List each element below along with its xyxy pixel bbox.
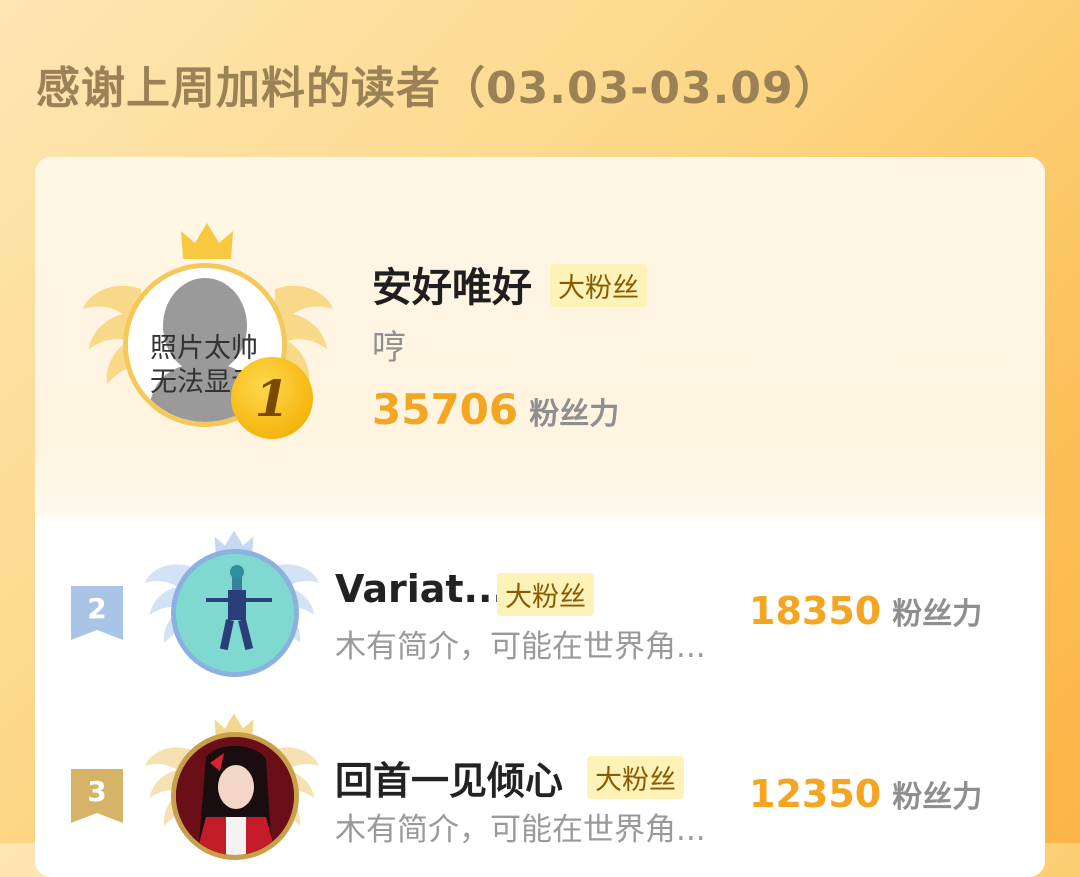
reader-avatar[interactable] [171, 732, 299, 860]
reader-avatar[interactable] [171, 549, 299, 677]
avatar-character-image [176, 737, 294, 855]
reader-name[interactable]: 回首一见倾心 [335, 750, 563, 805]
reader-ranking-card: 照片太帅 无法显示 1 安好唯好 大粉丝 哼 35706 粉丝力 2 Varia… [35, 157, 1045, 877]
score-unit: 粉丝力 [892, 597, 983, 632]
fan-level-tag: 大粉丝 [587, 756, 684, 799]
top-reader-section[interactable]: 照片太帅 无法显示 1 安好唯好 大粉丝 哼 35706 粉丝力 [35, 157, 1045, 517]
reader-row-2[interactable]: 2 Variat... 大粉丝 木有简介，可能在世界角... 18350 粉丝力 [35, 529, 1045, 709]
crown-icon [181, 223, 233, 259]
score-unit: 粉丝力 [892, 780, 983, 815]
reader-intro: 木有简介，可能在世界角... [335, 812, 706, 848]
top-reader-avatar-frame[interactable]: 照片太帅 无法显示 1 [83, 217, 333, 457]
top-reader-intro: 哼 [372, 328, 406, 368]
fan-level-tag: 大粉丝 [550, 264, 647, 307]
reader-intro: 木有简介，可能在世界角... [335, 629, 706, 665]
top-reader-score: 35706 粉丝力 [372, 385, 619, 434]
top-reader-name[interactable]: 安好唯好 [372, 255, 532, 313]
rank-number-text: 2 [87, 592, 107, 625]
reader-name[interactable]: Variat... [335, 567, 507, 611]
rank-one-badge: 1 [231, 357, 313, 439]
reader-score: 18350 粉丝力 [749, 589, 982, 633]
score-unit: 粉丝力 [529, 397, 620, 432]
rank-number-text: 3 [87, 775, 107, 808]
rank-number: 2 [71, 586, 123, 640]
page-title: 感谢上周加料的读者（03.03-03.09） [36, 63, 839, 114]
score-value: 18350 [749, 589, 882, 633]
fan-level-tag: 大粉丝 [497, 573, 594, 616]
rank-number: 3 [71, 769, 123, 823]
score-value: 35706 [372, 385, 519, 434]
reader-score: 12350 粉丝力 [749, 772, 982, 816]
score-value: 12350 [749, 772, 882, 816]
reader-row-3[interactable]: 3 回首一见倾心 大粉丝 木有简介，可能在世界角... 12350 粉丝力 [35, 712, 1045, 877]
avatar-character-image [176, 554, 294, 672]
